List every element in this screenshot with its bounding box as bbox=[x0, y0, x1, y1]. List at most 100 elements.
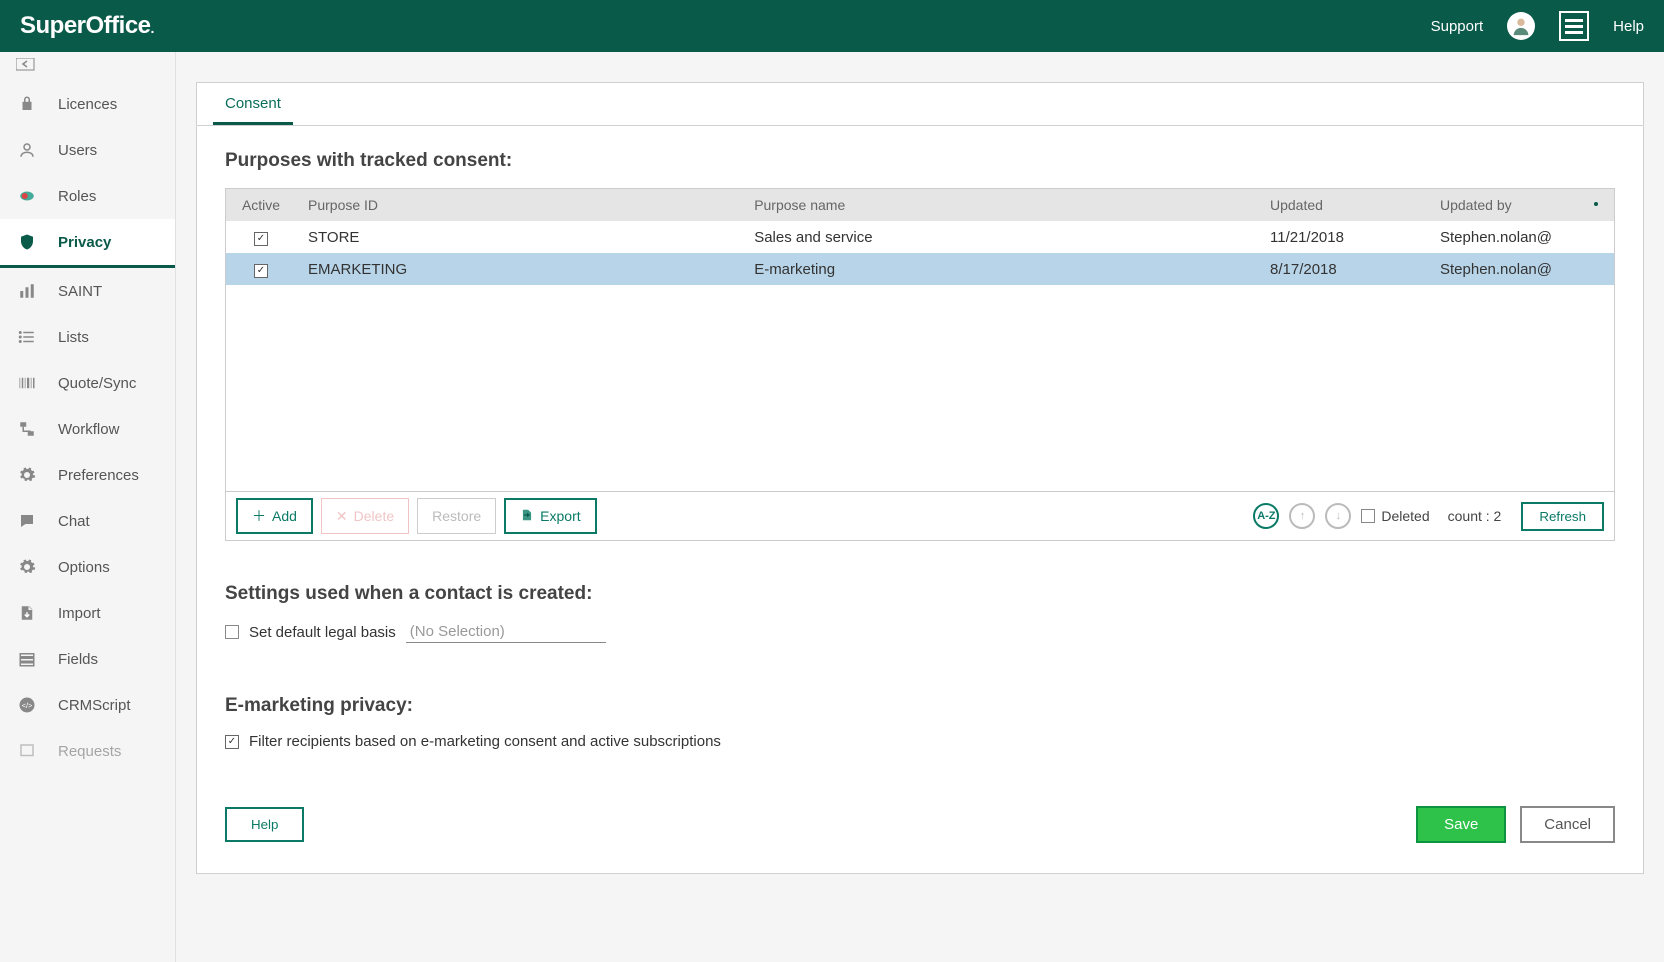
sidebar-item-users[interactable]: Users bbox=[0, 127, 175, 173]
filter-label: Filter recipients based on e-marketing c… bbox=[249, 733, 721, 750]
sidebar-item-options[interactable]: Options bbox=[0, 544, 175, 590]
sidebar-item-chat[interactable]: Chat bbox=[0, 498, 175, 544]
sidebar-item-label: Licences bbox=[58, 96, 117, 113]
workflow-icon bbox=[16, 420, 38, 438]
cell-updated: 8/17/2018 bbox=[1258, 253, 1428, 285]
sidebar-item-import[interactable]: Import bbox=[0, 590, 175, 636]
save-button[interactable]: Save bbox=[1416, 806, 1506, 843]
chat-icon bbox=[16, 512, 38, 530]
checkbox-icon[interactable] bbox=[1361, 509, 1375, 523]
cell-updated-by: Stephen.nolan@ bbox=[1428, 253, 1614, 285]
sidebar-item-requests[interactable]: Requests bbox=[0, 728, 175, 774]
sidebar-item-label: CRMScript bbox=[58, 697, 131, 714]
logo: SuperOffice. bbox=[20, 12, 154, 40]
barcode-icon bbox=[16, 374, 38, 392]
sidebar-item-roles[interactable]: Roles bbox=[0, 173, 175, 219]
sidebar-item-label: Preferences bbox=[58, 467, 139, 484]
set-default-label: Set default legal basis bbox=[249, 624, 396, 641]
refresh-button[interactable]: Refresh bbox=[1521, 502, 1604, 531]
sidebar-item-label: Workflow bbox=[58, 421, 119, 438]
sidebar-item-label: Privacy bbox=[58, 234, 111, 251]
sidebar-item-label: Import bbox=[58, 605, 101, 622]
sidebar-item-label: Lists bbox=[58, 329, 89, 346]
tab-consent[interactable]: Consent bbox=[213, 83, 293, 125]
cell-updated-by: Stephen.nolan@ bbox=[1428, 221, 1614, 253]
add-button[interactable]: ＋Add bbox=[236, 498, 313, 534]
sidebar-item-label: Chat bbox=[58, 513, 90, 530]
col-purpose-id[interactable]: Purpose ID bbox=[296, 189, 742, 221]
export-icon bbox=[520, 508, 534, 525]
user-icon bbox=[16, 141, 38, 159]
purposes-table: Active Purpose ID Purpose name Updated U… bbox=[225, 188, 1615, 541]
list-icon bbox=[16, 328, 38, 346]
col-active[interactable]: Active bbox=[226, 189, 296, 221]
sidebar-item-privacy[interactable]: Privacy bbox=[0, 219, 175, 268]
menu-button[interactable] bbox=[1559, 11, 1589, 41]
svg-text:</>: </> bbox=[22, 701, 33, 710]
settings-title: Settings used when a contact is created: bbox=[225, 583, 1615, 605]
deleted-filter[interactable]: Deleted bbox=[1361, 508, 1429, 524]
sidebar-item-label: Users bbox=[58, 142, 97, 159]
emarketing-title: E-marketing privacy: bbox=[225, 695, 1615, 717]
chart-icon bbox=[16, 282, 38, 300]
col-settings-icon[interactable] bbox=[1578, 189, 1614, 221]
gear-icon bbox=[16, 466, 38, 484]
cancel-button[interactable]: Cancel bbox=[1520, 806, 1615, 843]
shield-icon bbox=[16, 233, 38, 251]
cell-purpose-name: Sales and service bbox=[742, 221, 1258, 253]
purposes-title: Purposes with tracked consent: bbox=[225, 150, 1615, 172]
table-row[interactable]: ✓ STORE Sales and service 11/21/2018 Ste… bbox=[226, 221, 1614, 253]
move-up-button[interactable]: ↑ bbox=[1289, 503, 1315, 529]
col-updated-by[interactable]: Updated by bbox=[1428, 189, 1578, 221]
sidebar-item-lists[interactable]: Lists bbox=[0, 314, 175, 360]
export-button[interactable]: Export bbox=[504, 498, 596, 534]
cell-purpose-id: STORE bbox=[296, 221, 742, 253]
sidebar-item-fields[interactable]: Fields bbox=[0, 636, 175, 682]
legal-basis-dropdown[interactable]: (No Selection) bbox=[406, 621, 606, 643]
sort-az-button[interactable]: A-Z bbox=[1253, 503, 1279, 529]
sidebar-item-label: Roles bbox=[58, 188, 96, 205]
sidebar-item-saint[interactable]: SAINT bbox=[0, 268, 175, 314]
collapse-sidebar-button[interactable] bbox=[0, 52, 175, 81]
sidebar-item-label: Fields bbox=[58, 651, 98, 668]
lock-icon bbox=[16, 95, 38, 113]
sidebar-item-label: SAINT bbox=[58, 283, 102, 300]
fields-icon bbox=[16, 650, 38, 668]
sidebar-item-label: Options bbox=[58, 559, 110, 576]
sidebar-item-preferences[interactable]: Preferences bbox=[0, 452, 175, 498]
count-label: count : 2 bbox=[1448, 508, 1502, 524]
main-panel: Consent Purposes with tracked consent: A… bbox=[196, 82, 1644, 874]
sidebar: Licences Users Roles Privacy SAINT Lists… bbox=[0, 52, 176, 962]
x-icon: ✕ bbox=[336, 508, 348, 525]
code-icon: </> bbox=[16, 696, 38, 714]
sidebar-item-workflow[interactable]: Workflow bbox=[0, 406, 175, 452]
sidebar-item-quotesync[interactable]: Quote/Sync bbox=[0, 360, 175, 406]
cell-purpose-name: E-marketing bbox=[742, 253, 1258, 285]
app-header: SuperOffice. Support Help bbox=[0, 0, 1664, 52]
col-updated[interactable]: Updated bbox=[1258, 189, 1428, 221]
checkbox-icon[interactable]: ✓ bbox=[254, 232, 268, 246]
help-link[interactable]: Help bbox=[1613, 18, 1644, 35]
table-row[interactable]: ✓ EMARKETING E-marketing 8/17/2018 Steph… bbox=[226, 253, 1614, 285]
set-default-checkbox[interactable] bbox=[225, 625, 239, 639]
roles-icon bbox=[16, 187, 38, 205]
restore-button: Restore bbox=[417, 498, 496, 534]
cell-purpose-id: EMARKETING bbox=[296, 253, 742, 285]
gear-icon bbox=[16, 558, 38, 576]
sidebar-item-licences[interactable]: Licences bbox=[0, 81, 175, 127]
import-icon bbox=[16, 604, 38, 622]
filter-checkbox[interactable]: ✓ bbox=[225, 735, 239, 749]
support-link[interactable]: Support bbox=[1431, 18, 1484, 35]
checkbox-icon[interactable]: ✓ bbox=[254, 264, 268, 278]
cell-updated: 11/21/2018 bbox=[1258, 221, 1428, 253]
col-purpose-name[interactable]: Purpose name bbox=[742, 189, 1258, 221]
user-avatar[interactable] bbox=[1507, 12, 1535, 40]
plus-icon: ＋ bbox=[252, 506, 266, 526]
move-down-button[interactable]: ↓ bbox=[1325, 503, 1351, 529]
tab-bar: Consent bbox=[197, 83, 1643, 126]
sidebar-item-crmscript[interactable]: </> CRMScript bbox=[0, 682, 175, 728]
help-button[interactable]: Help bbox=[225, 807, 304, 842]
delete-button: ✕Delete bbox=[321, 498, 409, 534]
sidebar-item-label: Quote/Sync bbox=[58, 375, 136, 392]
sidebar-item-label: Requests bbox=[58, 743, 121, 760]
